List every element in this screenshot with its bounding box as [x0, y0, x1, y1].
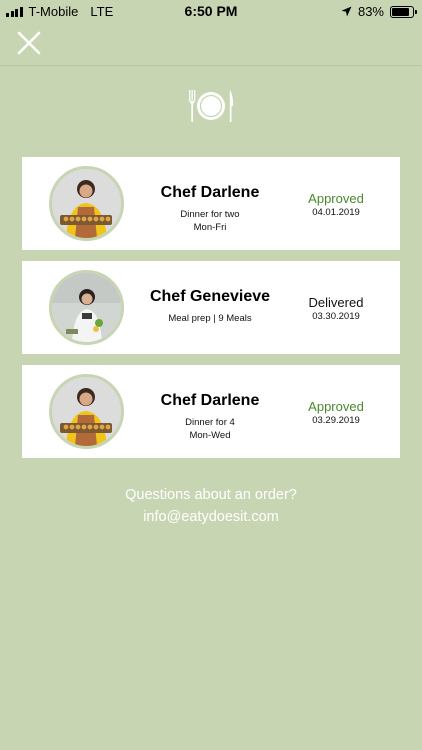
order-detail-line2: Mon-Fri — [193, 222, 227, 233]
contact-email-link[interactable]: info@eatydoesit.com — [143, 509, 279, 525]
chef-info: Chef Darlene Dinner for 4 Mon-Wed — [140, 365, 280, 458]
fork-plate-knife-icon — [189, 90, 234, 122]
status-date: 04.01.2019 — [312, 207, 360, 218]
status-date: 03.29.2019 — [312, 415, 360, 426]
chef-avatar — [49, 166, 124, 241]
order-detail-line1: Meal prep | 9 Meals — [168, 313, 252, 324]
footer-question: Questions about an order? — [125, 487, 297, 503]
chef-info: Chef Genevieve Meal prep | 9 Meals — [140, 261, 280, 354]
order-detail-line2: Mon-Wed — [189, 430, 231, 441]
status-label: Approved — [308, 191, 364, 206]
chef-name: Chef Genevieve — [149, 288, 271, 305]
header-divider — [0, 65, 422, 66]
order-detail-line1: Dinner for two — [180, 209, 240, 220]
close-button[interactable] — [14, 28, 44, 58]
status-right: 83% — [341, 4, 417, 19]
order-card[interactable]: Chef Darlene Dinner for two Mon-Fri Appr… — [22, 157, 400, 250]
order-detail: Dinner for 4 Mon-Wed — [140, 416, 280, 442]
chef-avatar — [49, 270, 124, 345]
order-card[interactable]: Chef Genevieve Meal prep | 9 Meals Deliv… — [22, 261, 400, 354]
chef-name: Chef Darlene — [160, 392, 260, 409]
order-status: Approved 03.29.2019 — [290, 365, 382, 458]
order-detail-line1: Dinner for 4 — [185, 417, 235, 428]
chef-avatar — [49, 374, 124, 449]
status-label: Approved — [308, 399, 364, 414]
battery-percent: 83% — [357, 4, 384, 19]
order-status: Delivered 03.30.2019 — [290, 261, 382, 354]
order-detail: Meal prep | 9 Meals — [140, 312, 280, 325]
chef-name: Chef Darlene — [160, 184, 260, 201]
order-detail: Dinner for two Mon-Fri — [140, 208, 280, 234]
battery-icon — [390, 5, 417, 18]
status-date: 03.30.2019 — [312, 311, 360, 322]
order-card[interactable]: Chef Darlene Dinner for 4 Mon-Wed Approv… — [22, 365, 400, 458]
location-arrow-icon — [341, 6, 352, 17]
status-label: Delivered — [308, 295, 364, 310]
chef-info: Chef Darlene Dinner for two Mon-Fri — [140, 157, 280, 250]
contact-footer: Questions about an order? info@eatydoesi… — [0, 484, 422, 528]
close-icon — [17, 31, 41, 55]
order-status: Approved 04.01.2019 — [290, 157, 382, 250]
status-bar: T-Mobile LTE 6:50 PM 83% — [0, 0, 422, 22]
